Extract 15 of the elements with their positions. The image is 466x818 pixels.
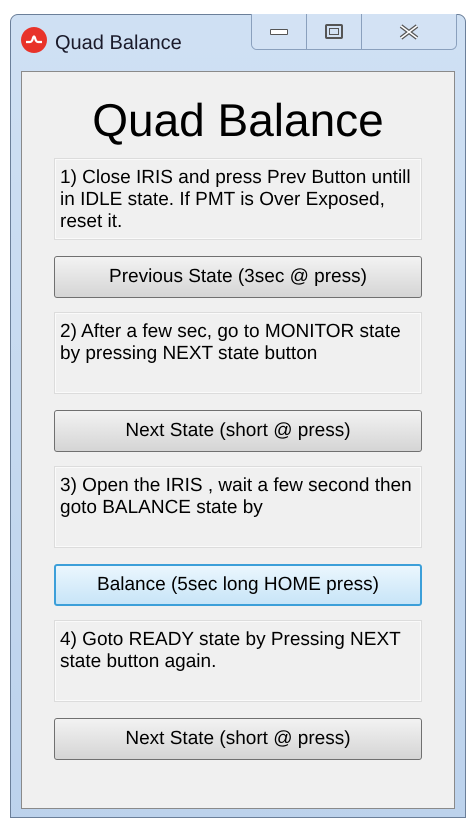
window-title: Quad Balance (55, 31, 182, 56)
instruction-text: 1) Close IRIS and press Prev Button untill in IDLE state. If PMT is Over Exposed, reset it. (54, 158, 422, 240)
close-button[interactable] (362, 14, 456, 49)
instruction-text: 2) After a few sec, go to MONITOR state by pressing NEXT state button (54, 312, 422, 394)
minimize-button[interactable] (252, 14, 307, 49)
step-button[interactable]: Next State (short @ press) (54, 410, 422, 452)
heading: Quad Balance (92, 93, 384, 148)
instruction-text: 4) Goto READY state by Pressing NEXT state button again. (54, 620, 422, 702)
close-icon (398, 24, 420, 40)
maximize-button[interactable] (307, 14, 362, 49)
step-button[interactable]: Next State (short @ press) (54, 718, 422, 760)
instruction-text: 3) Open the IRIS , wait a few second then goto BALANCE state by (54, 466, 422, 548)
step-button[interactable]: Previous State (3sec @ press) (54, 256, 422, 298)
app-logo-icon (21, 27, 47, 53)
step-button[interactable]: Balance (5sec long HOME press) (54, 564, 422, 606)
